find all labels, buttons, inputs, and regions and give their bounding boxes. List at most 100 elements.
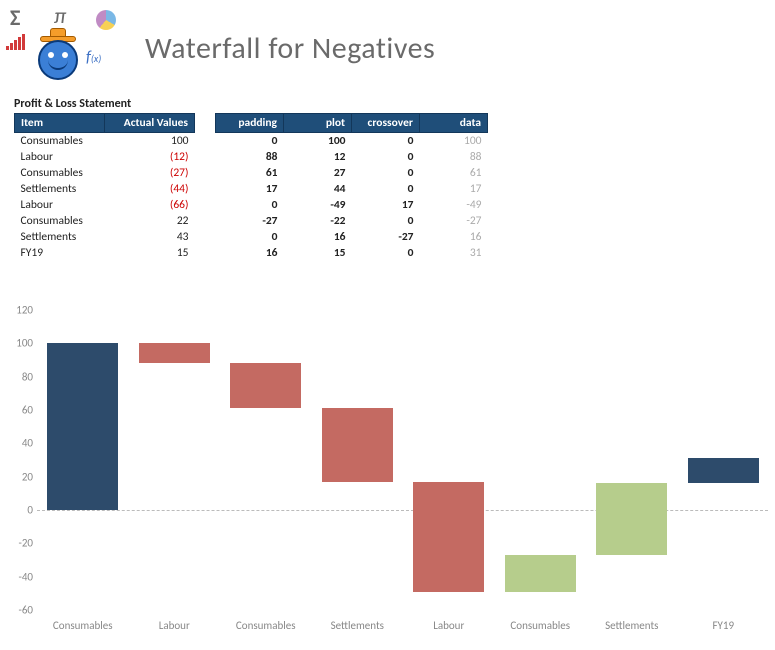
cell-crossover: 17 — [352, 197, 420, 213]
cell-data: -27 — [420, 213, 488, 229]
cell-plot: 100 — [284, 133, 352, 150]
x-tick-label: Consumables — [38, 619, 128, 632]
cell-actual: (12) — [105, 149, 195, 165]
table-row: Settlements43 — [15, 229, 195, 245]
cell-plot: -49 — [284, 197, 352, 213]
y-tick-label: -20 — [7, 537, 33, 550]
cell-plot: 16 — [284, 229, 352, 245]
waterfall-bar — [47, 343, 118, 510]
table-row: Settlements(44) — [15, 181, 195, 197]
x-tick-label: Consumables — [221, 619, 311, 632]
cell-actual: 43 — [105, 229, 195, 245]
table-row: -27-220-27 — [216, 213, 488, 229]
cell-item: Settlements — [15, 181, 105, 197]
y-tick-label: 60 — [7, 404, 33, 417]
table-main-wrap: Profit & Loss Statement Item Actual Valu… — [14, 97, 195, 261]
table-row: 016-2716 — [216, 229, 488, 245]
cell-item: Consumables — [15, 213, 105, 229]
table-row: Consumables(27) — [15, 165, 195, 181]
pie-chart-icon — [96, 10, 116, 30]
cell-crossover: 0 — [352, 133, 420, 150]
x-tick-label: Settlements — [587, 619, 677, 632]
cell-padding: -27 — [216, 213, 284, 229]
cell-crossover: 0 — [352, 165, 420, 181]
cell-padding: 0 — [216, 229, 284, 245]
cell-actual: (66) — [105, 197, 195, 213]
table-row: 01000100 — [216, 133, 488, 150]
cell-actual: 22 — [105, 213, 195, 229]
cell-crossover: 0 — [352, 149, 420, 165]
chart-plot-area: -60-40-20020406080100120ConsumablesLabou… — [36, 310, 768, 610]
y-tick-label: 20 — [7, 470, 33, 483]
cell-actual: 15 — [105, 245, 195, 261]
col-plot: plot — [284, 114, 352, 133]
table-calc-wrap: padding plot crossover data 010001008812… — [215, 113, 488, 261]
cell-padding: 17 — [216, 181, 284, 197]
col-padding: padding — [216, 114, 284, 133]
col-item: Item — [15, 114, 105, 133]
fx-icon: f(x) — [86, 48, 101, 67]
col-data: data — [420, 114, 488, 133]
cell-padding: 61 — [216, 165, 284, 181]
cell-plot: -22 — [284, 213, 352, 229]
cell-padding: 88 — [216, 149, 284, 165]
cell-crossover: 0 — [352, 181, 420, 197]
signal-bars-icon — [6, 34, 25, 50]
cell-crossover: 0 — [352, 245, 420, 261]
logo-cluster: Σ π f(x) — [6, 4, 136, 94]
cell-padding: 0 — [216, 133, 284, 150]
y-tick-label: 120 — [7, 304, 33, 317]
table-row: 1615031 — [216, 245, 488, 261]
cell-data: 61 — [420, 165, 488, 181]
page-title: Waterfall for Negatives — [145, 30, 435, 67]
cell-plot: 44 — [284, 181, 352, 197]
table-row: FY1915 — [15, 245, 195, 261]
waterfall-bar — [505, 555, 576, 592]
cell-item: Settlements — [15, 229, 105, 245]
cell-item: Consumables — [15, 165, 105, 181]
cell-crossover: 0 — [352, 213, 420, 229]
header: Σ π f(x) Waterfall for Negatives — [0, 0, 775, 95]
waterfall-bar — [596, 483, 667, 555]
table-main: Item Actual Values Consumables100Labour(… — [14, 113, 195, 261]
cell-crossover: -27 — [352, 229, 420, 245]
cell-item: Labour — [15, 149, 105, 165]
cell-item: Labour — [15, 197, 105, 213]
cell-data: 31 — [420, 245, 488, 261]
cell-item: Consumables — [15, 133, 105, 150]
x-tick-label: Settlements — [312, 619, 402, 632]
cell-data: 100 — [420, 133, 488, 150]
x-tick-label: Labour — [129, 619, 219, 632]
x-tick-label: FY19 — [678, 619, 768, 632]
table-row: 0-4917-49 — [216, 197, 488, 213]
waterfall-bar — [322, 408, 393, 481]
cell-data: 17 — [420, 181, 488, 197]
cell-plot: 12 — [284, 149, 352, 165]
table-row: Labour(66) — [15, 197, 195, 213]
table-calc: padding plot crossover data 010001008812… — [215, 113, 488, 261]
table-subheader: Profit & Loss Statement — [14, 97, 195, 111]
waterfall-bar — [413, 482, 484, 592]
table-row: 8812088 — [216, 149, 488, 165]
table-row: 6127061 — [216, 165, 488, 181]
cell-actual: 100 — [105, 133, 195, 150]
waterfall-bar — [230, 363, 301, 408]
waterfall-bar — [688, 458, 759, 483]
y-tick-label: -40 — [7, 570, 33, 583]
table-row: Consumables22 — [15, 213, 195, 229]
x-tick-label: Consumables — [495, 619, 585, 632]
cell-padding: 16 — [216, 245, 284, 261]
waterfall-chart: -60-40-20020406080100120ConsumablesLabou… — [4, 300, 774, 640]
cell-data: -49 — [420, 197, 488, 213]
y-tick-label: 80 — [7, 370, 33, 383]
cell-actual: (44) — [105, 181, 195, 197]
waterfall-bar — [139, 343, 210, 363]
col-actual: Actual Values — [105, 114, 195, 133]
table-row: 1744017 — [216, 181, 488, 197]
y-tick-label: 40 — [7, 437, 33, 450]
sigma-icon: Σ — [10, 4, 20, 31]
table-row: Consumables100 — [15, 133, 195, 150]
y-tick-label: 100 — [7, 337, 33, 350]
table-row: Labour(12) — [15, 149, 195, 165]
cell-data: 16 — [420, 229, 488, 245]
